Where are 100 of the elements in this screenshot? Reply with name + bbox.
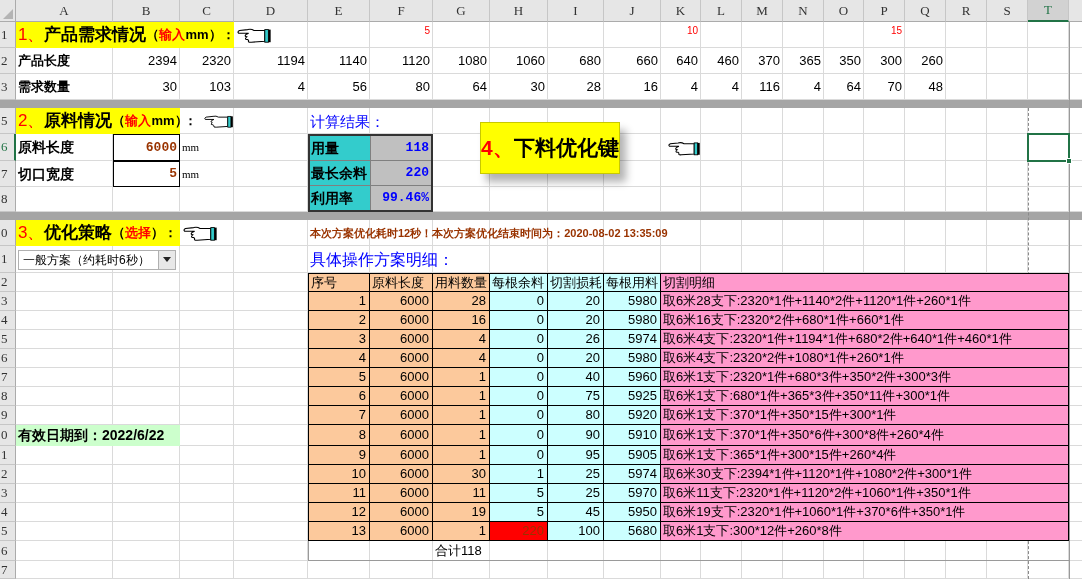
result-value: 99.46% bbox=[371, 186, 431, 210]
row-header[interactable]: 5 bbox=[0, 522, 16, 541]
column-heading: 每根余料 bbox=[490, 273, 548, 292]
row-header[interactable]: 1 bbox=[0, 246, 16, 273]
input-field[interactable]: 6000 bbox=[113, 134, 180, 161]
column-header[interactable]: C bbox=[180, 0, 234, 22]
table-cell: 6 bbox=[308, 387, 370, 406]
row-header[interactable]: 0 bbox=[0, 220, 16, 246]
row-header[interactable]: 7 bbox=[0, 561, 16, 579]
column-header[interactable]: G bbox=[433, 0, 490, 22]
table-cell: 1 bbox=[433, 446, 490, 465]
colon: ： bbox=[184, 112, 197, 131]
length-cell-text: 1140 bbox=[338, 52, 368, 71]
column-header[interactable]: J bbox=[604, 0, 661, 22]
table-cell: 1 bbox=[490, 465, 548, 484]
table-cell: 26 bbox=[548, 330, 604, 349]
section-title: 2、原料情况（输入mm） bbox=[16, 108, 180, 134]
quantity-cell-text: 4 bbox=[812, 78, 822, 97]
row-header[interactable]: 9 bbox=[0, 406, 16, 425]
row-header[interactable]: 3 bbox=[0, 292, 16, 311]
column-header[interactable]: D bbox=[234, 0, 308, 22]
row-header[interactable]: 5 bbox=[0, 330, 16, 349]
row-header[interactable]: 8 bbox=[0, 387, 16, 406]
column-header[interactable]: A bbox=[16, 0, 113, 22]
table-cell: 30 bbox=[433, 465, 490, 484]
column-header[interactable]: L bbox=[701, 0, 742, 22]
table-cell: 5920 bbox=[604, 406, 661, 425]
table-cell: 6000 bbox=[370, 292, 433, 311]
row-header[interactable]: 3 bbox=[0, 484, 16, 503]
table-cell: 6000 bbox=[370, 465, 433, 484]
row-header[interactable]: 1 bbox=[0, 446, 16, 465]
table-cell: 13 bbox=[308, 522, 370, 541]
row-header[interactable]: 2 bbox=[0, 48, 16, 74]
table-cell: 45 bbox=[548, 503, 604, 522]
row-header[interactable]: 6 bbox=[0, 541, 16, 561]
table-cell: 75 bbox=[548, 387, 604, 406]
length-cell-text: 350 bbox=[838, 52, 862, 71]
column-header[interactable]: S bbox=[987, 0, 1028, 22]
length-cell-text: 680 bbox=[578, 52, 602, 71]
row-header[interactable]: 6 bbox=[0, 349, 16, 368]
row-header[interactable]: 6 bbox=[0, 134, 16, 161]
result-label: 利用率 bbox=[310, 186, 370, 210]
row-header[interactable]: 3 bbox=[0, 74, 16, 100]
row-header[interactable]: 7 bbox=[0, 161, 16, 187]
input-field[interactable]: 5 bbox=[113, 161, 180, 187]
length-cell-text: 1060 bbox=[515, 52, 546, 71]
unit-label: mm bbox=[181, 166, 201, 182]
column-header[interactable]: K bbox=[661, 0, 701, 22]
table-cell: 取6米19支下:2320*1件+1060*1件+370*6件+350*1件 bbox=[661, 503, 1069, 522]
column-header[interactable]: O bbox=[824, 0, 864, 22]
column-header[interactable]: Q bbox=[905, 0, 946, 22]
column-header[interactable]: B bbox=[113, 0, 180, 22]
table-cell: 4 bbox=[308, 349, 370, 368]
table-cell: 5974 bbox=[604, 465, 661, 484]
table-cell: 28 bbox=[433, 292, 490, 311]
table-cell: 0 bbox=[490, 387, 548, 406]
length-cell-text: 660 bbox=[635, 52, 659, 71]
column-header[interactable]: H bbox=[490, 0, 548, 22]
table-cell: 0 bbox=[490, 406, 548, 425]
expiry-date: 有效日期到：2022/6/22 bbox=[16, 425, 180, 446]
table-cell: 取6米16支下:2320*2件+680*1件+660*1件 bbox=[661, 311, 1069, 330]
column-header[interactable]: I bbox=[548, 0, 604, 22]
column-header[interactable]: R bbox=[946, 0, 987, 22]
triangle-icon bbox=[3, 9, 13, 19]
dropdown-arrow-icon[interactable] bbox=[163, 257, 171, 262]
row-header[interactable]: 2 bbox=[0, 465, 16, 484]
column-header[interactable]: P bbox=[864, 0, 905, 22]
row-label: 产品长度 bbox=[17, 52, 71, 71]
row-header[interactable]: 5 bbox=[0, 108, 16, 134]
row-header[interactable]: 1 bbox=[0, 22, 16, 48]
column-header[interactable]: M bbox=[742, 0, 783, 22]
quantity-cell-text: 80 bbox=[414, 78, 431, 97]
table-cell: 11 bbox=[433, 484, 490, 503]
column-header[interactable]: N bbox=[783, 0, 824, 22]
table-cell: 8 bbox=[308, 425, 370, 446]
pointing-hand-icon bbox=[182, 224, 218, 242]
column-header[interactable]: F bbox=[370, 0, 433, 22]
column-header[interactable]: T bbox=[1028, 0, 1069, 22]
unit-label: mm bbox=[181, 140, 201, 156]
table-cell: 11 bbox=[308, 484, 370, 503]
quantity-cell-text: 103 bbox=[208, 78, 232, 97]
fill-handle[interactable] bbox=[1066, 158, 1072, 164]
selected-cell[interactable] bbox=[1027, 133, 1070, 162]
column-header[interactable]: E bbox=[308, 0, 370, 22]
row-header[interactable]: 7 bbox=[0, 368, 16, 387]
result-label: 用量 bbox=[310, 136, 370, 160]
row-header[interactable]: 2 bbox=[0, 273, 16, 292]
table-cell: 5905 bbox=[604, 446, 661, 465]
row-header[interactable]: 4 bbox=[0, 503, 16, 522]
length-cell-text: 1080 bbox=[457, 52, 488, 71]
column-index: 15 bbox=[890, 24, 903, 38]
strategy-dropdown[interactable]: 一般方案（约耗时6秒） bbox=[18, 249, 176, 270]
row-header[interactable]: 8 bbox=[0, 187, 16, 212]
row-header[interactable]: 0 bbox=[0, 425, 16, 446]
table-cell: 0 bbox=[490, 311, 548, 330]
table-cell: 取6米28支下:2320*1件+1140*2件+1120*1件+260*1件 bbox=[661, 292, 1069, 311]
table-cell: 40 bbox=[548, 368, 604, 387]
row-header[interactable]: 4 bbox=[0, 311, 16, 330]
optimize-button[interactable]: 4、下料优化键 bbox=[480, 121, 620, 174]
length-cell-text: 460 bbox=[716, 52, 740, 71]
